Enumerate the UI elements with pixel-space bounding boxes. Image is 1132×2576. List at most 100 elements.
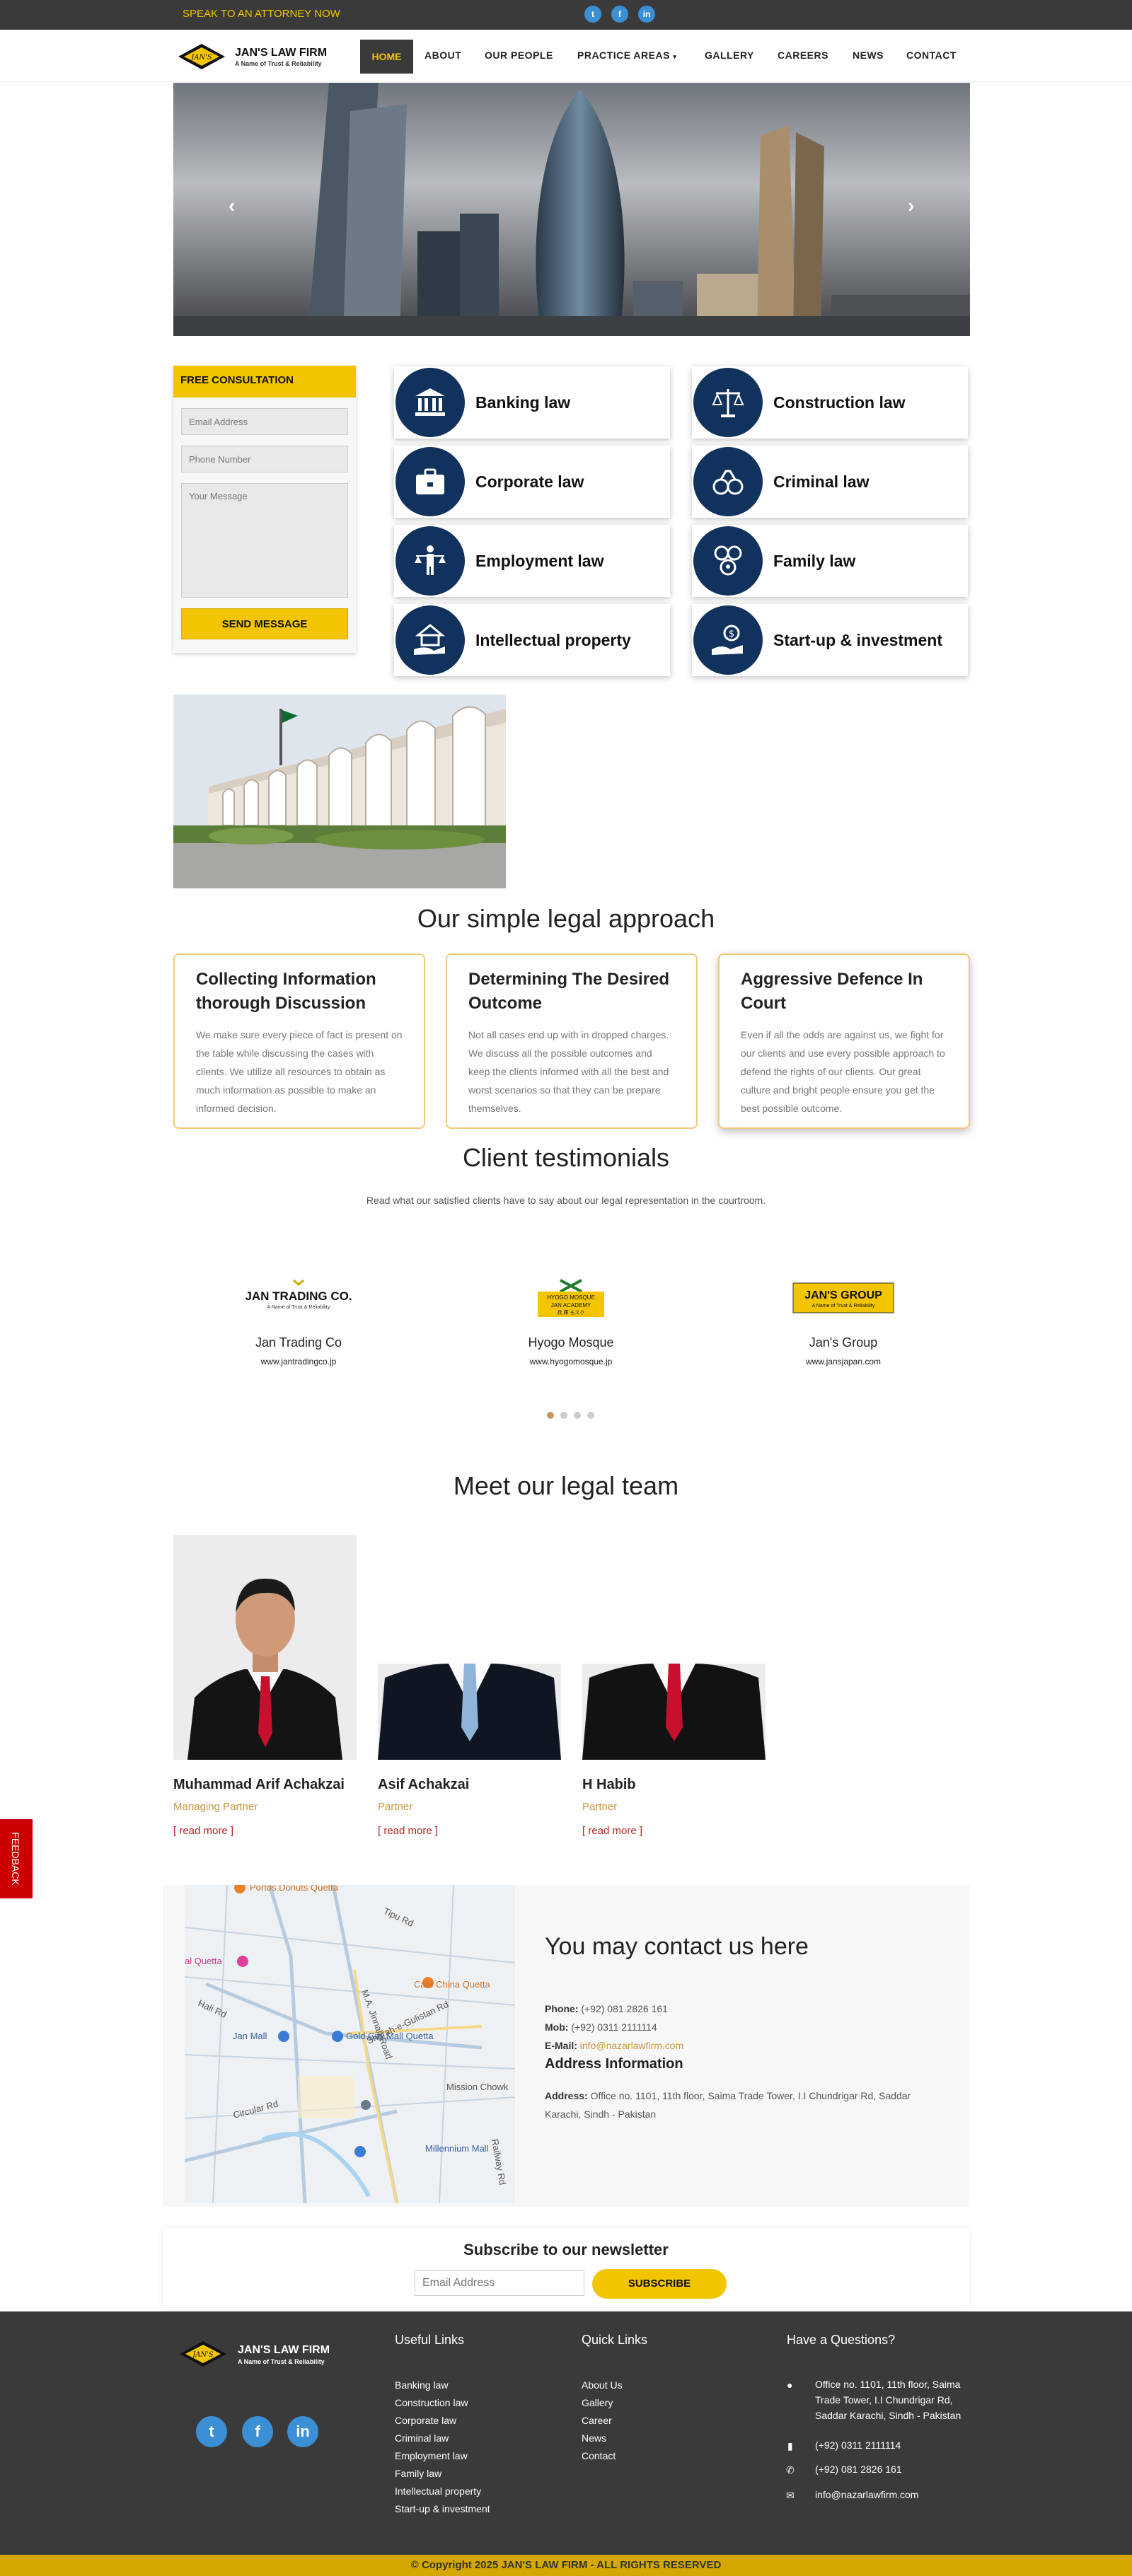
phone-field[interactable] <box>181 446 348 472</box>
practice-label: Construction law <box>773 393 906 412</box>
footer-mobile: (+92) 0311 2111114 <box>815 2439 901 2451</box>
footer-link[interactable]: Start-up & investment <box>395 2503 490 2514</box>
svg-text:JAN'S: JAN'S <box>190 54 212 62</box>
client-name: Hyogo Mosque <box>528 1335 614 1350</box>
hero-prev-arrow[interactable]: ‹ <box>229 195 235 217</box>
approach-card-text: We make sure every piece of fact is pres… <box>196 1029 403 1114</box>
carousel-dot[interactable] <box>587 1412 594 1419</box>
footer-link[interactable]: Gallery <box>582 2397 613 2408</box>
money-hand-icon: $ <box>712 625 743 655</box>
approach-card-title: Collecting Information thorough Discussi… <box>196 970 376 1013</box>
member-photo[interactable] <box>173 1535 357 1760</box>
practice-label: Criminal law <box>773 472 870 491</box>
practice-icon-circle: $ <box>693 605 763 675</box>
carousel-dot[interactable] <box>574 1412 581 1419</box>
scales-icon <box>712 389 744 417</box>
carousel-dot-active[interactable] <box>547 1412 554 1419</box>
svg-text:Jan Mall: Jan Mall <box>233 2031 267 2041</box>
practice-card-criminal[interactable]: Criminal law <box>692 446 968 518</box>
footer-logo[interactable]: JAN'S JAN'S LAW FIRM A Name of Trust & R… <box>178 2340 330 2372</box>
hero-next-arrow[interactable]: › <box>908 195 914 217</box>
facebook-icon[interactable]: f <box>611 6 628 23</box>
footer-link[interactable]: Family law <box>395 2468 441 2479</box>
twitter-icon[interactable]: t <box>196 2416 227 2447</box>
nav-our-people[interactable]: OUR PEOPLE <box>485 50 553 61</box>
carousel-dot[interactable] <box>560 1412 567 1419</box>
family-icon <box>714 545 742 576</box>
practice-icon-circle <box>693 526 763 596</box>
svg-text:Portos Donuts Quetta: Portos Donuts Quetta <box>250 1885 339 1893</box>
mobile-icon: ▮ <box>787 2440 793 2452</box>
nav-gallery[interactable]: GALLERY <box>705 50 754 61</box>
newsletter-email-input[interactable] <box>415 2270 584 2296</box>
member-portrait-image <box>173 1535 357 1760</box>
footer-link[interactable]: About Us <box>582 2379 623 2391</box>
linkedin-icon[interactable]: in <box>287 2416 318 2447</box>
nav-news[interactable]: NEWS <box>853 50 884 61</box>
practice-card-startup[interactable]: $ Start-up & investment <box>692 604 968 676</box>
practice-card-employment[interactable]: Employment law <box>394 525 670 597</box>
read-more-link[interactable]: [ read more ] <box>173 1825 233 1837</box>
practice-card-construction[interactable]: Construction law <box>692 366 968 439</box>
footer-link[interactable]: Contact <box>582 2450 616 2461</box>
footer-link[interactable]: Employment law <box>395 2450 468 2461</box>
contact-email-link[interactable]: info@nazarlawfirm.com <box>580 2040 683 2051</box>
building-illustration <box>173 695 506 888</box>
nav-home[interactable]: HOME <box>360 40 413 74</box>
twitter-icon[interactable]: t <box>584 6 601 23</box>
svg-text:JAN'S: JAN'S <box>191 2351 214 2359</box>
read-more-link[interactable]: [ read more ] <box>378 1825 438 1837</box>
approach-section-title: Our simple legal approach <box>417 904 715 933</box>
map-marker-icon: ● <box>787 2379 793 2391</box>
phone-icon: ✆ <box>786 2464 795 2476</box>
send-message-button[interactable]: SEND MESSAGE <box>181 608 348 639</box>
footer-link[interactable]: Banking law <box>395 2379 449 2391</box>
practice-icon-circle <box>395 447 465 516</box>
logo-mark-icon: JAN'S <box>180 2341 226 2367</box>
jans-group-logo: JAN'S GROUP A Name of Trust & Reliabilit… <box>792 1282 894 1313</box>
client-url: www.hyogomosque.jp <box>529 1357 613 1367</box>
read-more-link[interactable]: [ read more ] <box>582 1825 642 1837</box>
nav-contact[interactable]: CONTACT <box>906 50 957 61</box>
approach-card-text: Not all cases end up with in dropped cha… <box>468 1029 669 1114</box>
nav-about[interactable]: ABOUT <box>424 50 461 61</box>
useful-links-title: Useful Links <box>395 2333 465 2347</box>
practice-card-corporate[interactable]: Corporate law <box>394 446 670 518</box>
svg-text:JAN'S GROUP: JAN'S GROUP <box>804 1289 882 1301</box>
nav-practice-areas[interactable]: PRACTICE AREAS ▾ <box>577 50 676 61</box>
footer-link[interactable]: Construction law <box>395 2397 468 2408</box>
practice-card-banking[interactable]: Banking law <box>394 366 670 439</box>
newsletter-section: Subscribe to our newsletter SUBSCRIBE <box>163 2228 969 2309</box>
footer-link[interactable]: Career <box>582 2415 612 2426</box>
nav-careers[interactable]: CAREERS <box>778 50 828 61</box>
logo[interactable]: JAN'S JAN'S LAW FIRM A Name of Trust & R… <box>177 42 327 74</box>
subscribe-button[interactable]: SUBSCRIBE <box>592 2269 727 2299</box>
linkedin-icon[interactable]: in <box>638 6 655 23</box>
speak-to-attorney-link[interactable]: SPEAK TO AN ATTORNEY NOW <box>183 8 340 20</box>
footer-link[interactable]: News <box>582 2432 606 2444</box>
facebook-icon[interactable]: f <box>242 2416 273 2447</box>
feedback-label: FEEDBACK <box>10 1832 21 1886</box>
footer-address: Office no. 1101, 11th floor, Saima Trade… <box>815 2379 961 2421</box>
practice-card-family[interactable]: Family law <box>692 525 968 597</box>
footer-email[interactable]: info@nazarlawfirm.com <box>815 2487 918 2502</box>
approach-card-title: Determining The Desired Outcome <box>468 970 670 1013</box>
svg-text:A Name of Trust & Reliability: A Name of Trust & Reliability <box>267 1305 330 1310</box>
approach-card-text: Even if all the odds are against us, we … <box>741 1029 945 1114</box>
contact-section: Portos Donuts Quetta al Quetta Tipu Rd C… <box>163 1885 969 2207</box>
footer-link[interactable]: Criminal law <box>395 2432 449 2444</box>
address-title: Address Information <box>545 2056 683 2072</box>
member-role: Managing Partner <box>173 1801 258 1813</box>
message-field[interactable] <box>181 483 348 598</box>
footer-link[interactable]: Corporate law <box>395 2415 456 2426</box>
feedback-tab[interactable]: FEEDBACK <box>0 1819 33 1898</box>
location-map[interactable]: Portos Donuts Quetta al Quetta Tipu Rd C… <box>185 1885 515 2203</box>
practice-card-intellectual-property[interactable]: Intellectual property <box>394 604 670 676</box>
contact-phone: Phone: (+92) 081 2826 161 <box>545 2003 668 2014</box>
member-photo[interactable] <box>378 1664 561 1760</box>
email-field[interactable] <box>181 408 348 435</box>
caret-down-icon: ▾ <box>673 53 677 60</box>
footer-link[interactable]: Intellectual property <box>395 2485 481 2497</box>
member-photo[interactable] <box>582 1664 766 1760</box>
svg-text:兵 庫 モスク: 兵 庫 モスク <box>558 1309 585 1316</box>
